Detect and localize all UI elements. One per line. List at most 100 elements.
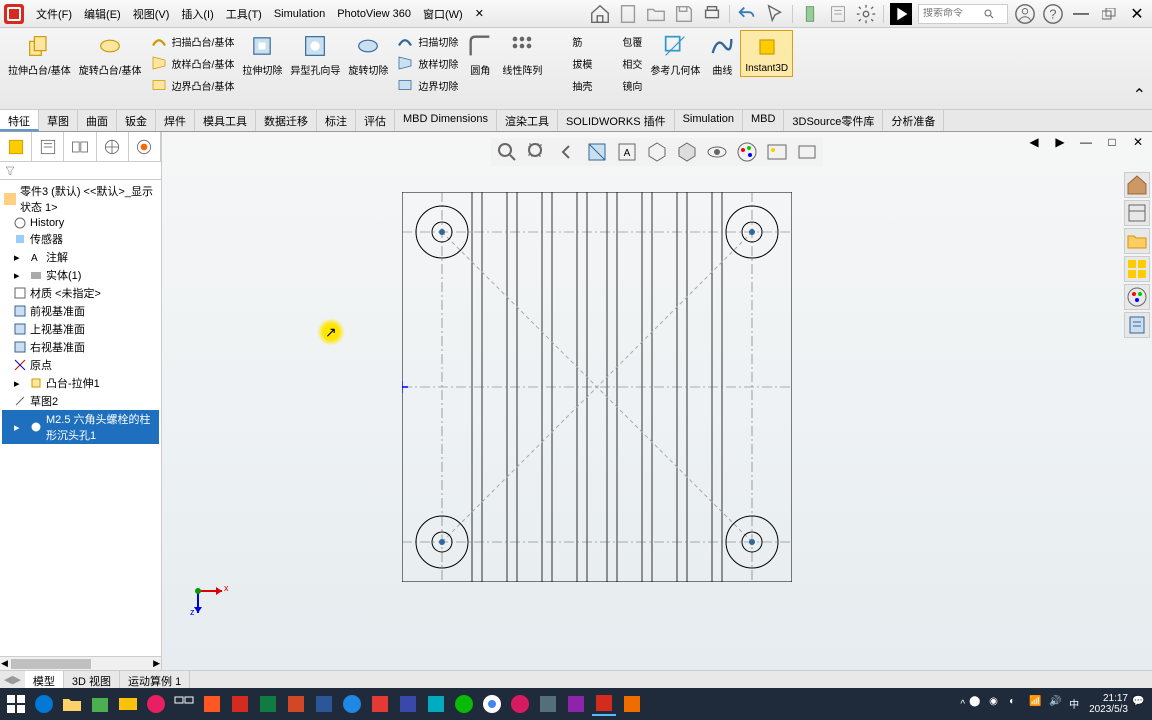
menu-simulation[interactable]: Simulation bbox=[268, 4, 331, 24]
taskpane-file-explorer-icon[interactable] bbox=[1124, 228, 1150, 254]
tree-solid[interactable]: ▸实体(1) bbox=[2, 266, 159, 284]
play-icon[interactable] bbox=[890, 3, 912, 25]
tab-simulation[interactable]: Simulation bbox=[675, 110, 743, 131]
tree-filter[interactable] bbox=[0, 162, 161, 180]
taskpane-appearances-icon[interactable] bbox=[1124, 284, 1150, 310]
app-icon[interactable] bbox=[396, 692, 420, 716]
open-icon[interactable] bbox=[645, 3, 667, 25]
rebuild-icon[interactable] bbox=[799, 3, 821, 25]
settings-icon[interactable] bbox=[855, 3, 877, 25]
tab-weldment[interactable]: 焊件 bbox=[156, 110, 195, 131]
tree-boss-extrude[interactable]: ▸凸台-拉伸1 bbox=[2, 374, 159, 392]
zoom-fit-icon[interactable] bbox=[495, 140, 519, 164]
edit-appearance-icon[interactable] bbox=[735, 140, 759, 164]
tree-scrollbar[interactable]: ◀▶ bbox=[0, 656, 161, 670]
volume-icon[interactable]: 🔊 bbox=[1049, 696, 1065, 712]
btab-motion[interactable]: 运动算例 1 bbox=[120, 671, 190, 688]
linear-pattern-button[interactable]: 线性阵列 bbox=[498, 30, 546, 79]
tray-icon[interactable]: ◐ bbox=[1009, 696, 1025, 712]
loft-cut-button[interactable]: 放样切除 bbox=[392, 52, 462, 74]
maximize-icon[interactable] bbox=[1098, 3, 1120, 25]
rib-button[interactable]: 筋 bbox=[546, 30, 596, 52]
app-icon[interactable] bbox=[228, 692, 252, 716]
notifications-icon[interactable]: 💬 bbox=[1132, 696, 1148, 712]
tree-sensors[interactable]: 传感器 bbox=[2, 230, 159, 248]
graphics-viewport[interactable]: ◀ ▶ — □ ✕ A bbox=[162, 132, 1152, 670]
tray-icon[interactable]: ⬤ bbox=[969, 696, 985, 712]
tab-features[interactable]: 特征 bbox=[0, 110, 39, 131]
revolve-boss-button[interactable]: 旋转凸台/基体 bbox=[75, 30, 146, 79]
view-settings-icon[interactable] bbox=[795, 140, 819, 164]
swept-cut-button[interactable]: 扫描切除 bbox=[392, 30, 462, 52]
taskpane-custom-props-icon[interactable] bbox=[1124, 312, 1150, 338]
collapse-ribbon-icon[interactable]: ⌃ bbox=[1133, 85, 1146, 105]
tree-annotations[interactable]: ▸A注解 bbox=[2, 248, 159, 266]
shell-button[interactable]: 抽壳 bbox=[546, 74, 596, 96]
word-icon[interactable] bbox=[312, 692, 336, 716]
display-style-icon[interactable] bbox=[675, 140, 699, 164]
extrude-cut-button[interactable]: 拉伸切除 bbox=[238, 30, 286, 79]
apply-scene-icon[interactable] bbox=[765, 140, 789, 164]
taskpane-resources-icon[interactable] bbox=[1124, 172, 1150, 198]
tab-sketch[interactable]: 草图 bbox=[39, 110, 78, 131]
tree-front-plane[interactable]: 前视基准面 bbox=[2, 302, 159, 320]
tab-moldtools[interactable]: 模具工具 bbox=[195, 110, 256, 131]
instant3d-button[interactable]: Instant3D bbox=[740, 30, 793, 77]
tree-tab-property-icon[interactable] bbox=[32, 132, 64, 161]
draft-button[interactable]: 拔模 bbox=[546, 52, 596, 74]
browser-icon[interactable] bbox=[340, 692, 364, 716]
swept-boss-button[interactable]: 扫描凸台/基体 bbox=[146, 30, 239, 52]
view-orientation-icon[interactable] bbox=[645, 140, 669, 164]
task-view-icon[interactable] bbox=[172, 692, 196, 716]
user-icon[interactable] bbox=[1014, 3, 1036, 25]
close-icon[interactable]: ✕ bbox=[1126, 3, 1148, 25]
app-icon[interactable] bbox=[564, 692, 588, 716]
search-commands[interactable] bbox=[918, 4, 1008, 24]
excel-icon[interactable] bbox=[256, 692, 280, 716]
help-icon[interactable]: ? bbox=[1042, 3, 1064, 25]
clock-date[interactable]: 2023/5/3 bbox=[1089, 704, 1128, 715]
tree-origin[interactable]: 原点 bbox=[2, 356, 159, 374]
app-icon[interactable] bbox=[200, 692, 224, 716]
app-icon[interactable] bbox=[536, 692, 560, 716]
loft-boss-button[interactable]: 放样凸台/基体 bbox=[146, 52, 239, 74]
doc-props-icon[interactable] bbox=[827, 3, 849, 25]
tree-tab-dimxpert-icon[interactable] bbox=[97, 132, 129, 161]
boundary-boss-button[interactable]: 边界凸台/基体 bbox=[146, 74, 239, 96]
mirror-button[interactable]: 镜向 bbox=[596, 74, 646, 96]
tab-evaluate[interactable]: 评估 bbox=[356, 110, 395, 131]
tab-sheetmetal[interactable]: 钣金 bbox=[117, 110, 156, 131]
tree-right-plane[interactable]: 右视基准面 bbox=[2, 338, 159, 356]
chrome-icon[interactable] bbox=[480, 692, 504, 716]
menu-photoview[interactable]: PhotoView 360 bbox=[331, 4, 417, 24]
select-icon[interactable] bbox=[764, 3, 786, 25]
tab-addins[interactable]: SOLIDWORKS 插件 bbox=[558, 110, 675, 131]
revolve-cut-button[interactable]: 旋转切除 bbox=[344, 30, 392, 79]
tree-tab-feature-icon[interactable] bbox=[0, 132, 32, 161]
section-view-icon[interactable] bbox=[585, 140, 609, 164]
solidworks-task-icon[interactable] bbox=[592, 692, 616, 716]
mail-icon[interactable] bbox=[116, 692, 140, 716]
tab-mbd-dim[interactable]: MBD Dimensions bbox=[395, 110, 497, 131]
tab-dimxpert[interactable]: 标注 bbox=[317, 110, 356, 131]
tree-tab-display-icon[interactable] bbox=[129, 132, 161, 161]
fillet-button[interactable]: 圆角 bbox=[462, 30, 498, 79]
powerpoint-icon[interactable] bbox=[284, 692, 308, 716]
menu-tools[interactable]: 工具(T) bbox=[220, 2, 268, 26]
menu-view[interactable]: 视图(V) bbox=[127, 2, 176, 26]
app-icon[interactable] bbox=[424, 692, 448, 716]
boundary-cut-button[interactable]: 边界切除 bbox=[392, 74, 462, 96]
menu-file[interactable]: 文件(F) bbox=[30, 2, 78, 26]
curves-button[interactable]: 曲线 bbox=[704, 30, 740, 79]
menu-edit[interactable]: 编辑(E) bbox=[78, 2, 127, 26]
tray-expand-icon[interactable]: ^ bbox=[960, 699, 965, 710]
taskpane-view-palette-icon[interactable] bbox=[1124, 256, 1150, 282]
clock-time[interactable]: 21:17 bbox=[1089, 693, 1128, 704]
tray-icon[interactable]: ◉ bbox=[989, 696, 1005, 712]
tree-material[interactable]: 材质 <未指定> bbox=[2, 284, 159, 302]
intersect-button[interactable]: 相交 bbox=[596, 52, 646, 74]
btab-3dviews[interactable]: 3D 视图 bbox=[64, 671, 120, 688]
explorer-icon[interactable] bbox=[60, 692, 84, 716]
ime-icon[interactable]: 中 bbox=[1069, 696, 1085, 712]
tab-analysis[interactable]: 分析准备 bbox=[883, 110, 944, 131]
